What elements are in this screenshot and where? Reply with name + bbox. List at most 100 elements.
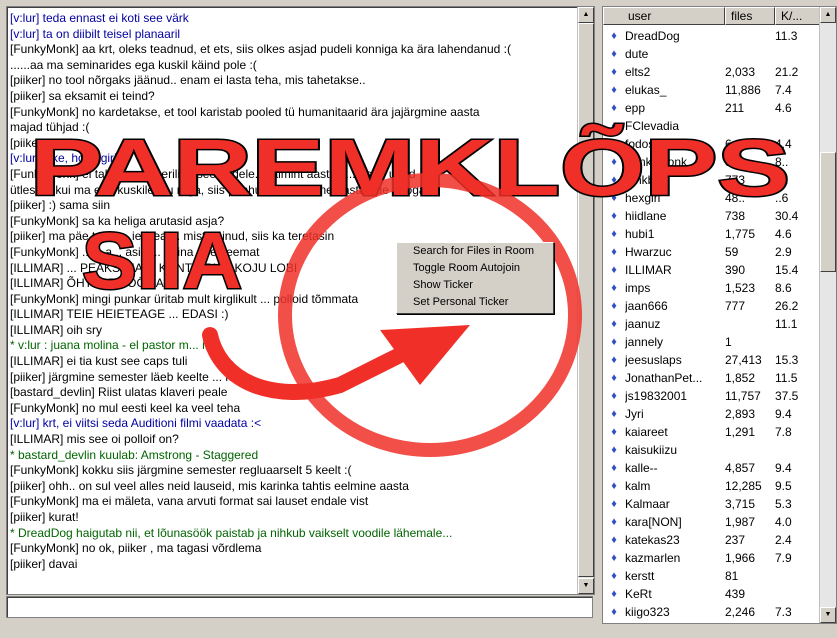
menu-item-toggle-autojoin[interactable]: Toggle Room Autojoin — [397, 260, 553, 277]
user-row[interactable]: ♦ katekas23 237 2.4 — [603, 531, 820, 549]
user-row[interactable]: ♦ dute — [603, 45, 820, 63]
chat-line: ütles, et kui ma end kuskile eiu rega, s… — [10, 182, 426, 197]
user-row[interactable]: ♦ ILLIMAR 390 15.4 — [603, 261, 820, 279]
user-row[interactable]: ♦ kerstt 81 — [603, 567, 820, 585]
user-icon: ♦ — [611, 84, 617, 96]
user-row[interactable]: ♦ kalle-- 4,857 9.4 — [603, 459, 820, 477]
user-row[interactable]: ♦ kazmarlen 1,966 7.9 — [603, 549, 820, 567]
user-row[interactable]: ♦ kiigo323 2,246 7.3 — [603, 603, 820, 621]
user-row[interactable]: ♦ Kalmaar 3,715 5.3 — [603, 495, 820, 513]
user-name: DreadDog — [625, 29, 680, 43]
user-row[interactable]: ♦ FunkyMonk 3,9.. 8.. — [603, 153, 820, 171]
scroll-up-button[interactable]: ▲ — [578, 7, 594, 23]
user-row[interactable]: ♦ funkbo.. 773 7.. — [603, 171, 820, 189]
user-row[interactable]: ♦kjx1,50811.5 — [603, 621, 820, 623]
chat-line: majad tühjad :( — [10, 120, 90, 135]
menu-item-search-files[interactable]: Search for Files in Room — [397, 243, 553, 260]
user-row[interactable]: ♦ hexgirl 48.. ..6 — [603, 189, 820, 207]
user-name: Jyri — [625, 407, 644, 421]
user-icon: ♦ — [611, 426, 617, 438]
user-row[interactable]: ♦ elts2 2,033 21.2 — [603, 63, 820, 81]
user-files: 81 — [725, 569, 739, 583]
user-name: hexgirl — [625, 191, 661, 205]
user-speed: 5.3 — [775, 497, 792, 511]
user-row[interactable]: ♦ jannely 1 — [603, 333, 820, 351]
user-speed: ..6 — [775, 191, 789, 205]
user-row[interactable]: ♦ js19832001 11,757 37.5 — [603, 387, 820, 405]
user-name: epp — [625, 101, 646, 115]
user-files: 11,757 — [725, 389, 761, 403]
user-name: fodose — [625, 137, 662, 151]
user-row[interactable]: ♦ hubi1 1,775 4.6 — [603, 225, 820, 243]
user-speed: 2.9 — [775, 245, 792, 259]
user-files — [725, 27, 775, 45]
user-row[interactable]: ♦ jaanuz 11.1 — [603, 315, 820, 333]
chat-line: [ILLIMAR] mis see oi polloif on? — [10, 432, 179, 447]
user-icon: ♦ — [611, 246, 617, 258]
user-files: 59 — [725, 245, 739, 259]
user-files: 390 — [725, 263, 746, 277]
user-row[interactable]: ♦ Jyri 2,893 9.4 — [603, 405, 820, 423]
user-list-scrollbar[interactable]: ▲ ▼ — [819, 7, 836, 623]
user-row[interactable]: ♦ kara[NON] 1,987 4.0 — [603, 513, 820, 531]
menu-item-show-ticker[interactable]: Show Ticker — [397, 277, 553, 294]
chat-line: [FunkyMonk] sa ka heliga arutasid asja? — [10, 213, 225, 228]
user-icon: ♦ — [611, 138, 617, 150]
user-row[interactable]: ♦ epp 211 4.6 — [603, 99, 820, 117]
user-icon: ♦ — [611, 372, 617, 384]
user-speed: 4.0 — [775, 515, 792, 529]
user-name: jaan666 — [625, 299, 668, 313]
message-input[interactable] — [6, 596, 593, 618]
user-icon: ♦ — [611, 462, 617, 474]
user-speed: 8.. — [775, 155, 789, 169]
column-files[interactable]: files — [725, 7, 775, 25]
user-row[interactable]: ♦ hiidlane 738 30.4 — [603, 207, 820, 225]
scroll-thumb[interactable] — [578, 23, 594, 577]
user-row[interactable]: ♦ imps 1,523 8.6 — [603, 279, 820, 297]
user-files: 12,285 — [725, 479, 762, 493]
user-speed: 11.1 — [775, 317, 798, 331]
user-row[interactable]: ♦ KeRt 439 — [603, 585, 820, 603]
user-speed: 4.6 — [775, 227, 792, 241]
user-row[interactable]: ♦ DreadDog 11.3 — [603, 27, 820, 45]
user-icon: ♦ — [611, 30, 617, 42]
user-row[interactable]: ♦ jaan666 777 26.2 — [603, 297, 820, 315]
user-speed: 26.2 — [775, 299, 799, 313]
user-scroll-down-button[interactable]: ▼ — [820, 607, 836, 623]
chat-line: [v:lur] fitke, hoidagirise — [10, 151, 130, 166]
chat-line: [v:lur] teda ennast ei koti see värk — [10, 11, 189, 25]
chat-line: * bastard_devlin kuulab: Amstrong - Stag… — [10, 447, 259, 462]
user-speed: 4.6 — [775, 101, 792, 115]
user-name: kaiareet — [625, 425, 668, 439]
user-name: dute — [625, 47, 649, 61]
user-list-pane: user files K/... ♦ DreadDog 11.3 ♦ dute ♦ elts… — [602, 6, 837, 624]
user-row[interactable]: ♦ FClevadia — [603, 117, 820, 135]
user-row[interactable]: ♦ Hwarzuc 59 2.9 — [603, 243, 820, 261]
chat-scrollbar[interactable]: ▲ ▼ — [577, 7, 594, 594]
user-row[interactable]: ♦ elukas_ 11,886 7.4 — [603, 81, 820, 99]
user-speed: 7.. — [775, 173, 789, 187]
user-row[interactable]: ♦ jeesuslaps 27,413 15.3 — [603, 351, 820, 369]
user-row[interactable]: ♦ fodose 6,255 4.4 — [603, 135, 820, 153]
user-scroll-up-button[interactable]: ▲ — [820, 7, 836, 23]
user-row[interactable]: ♦ kalm 12,285 9.5 — [603, 477, 820, 495]
scroll-down-button[interactable]: ▼ — [578, 578, 594, 594]
user-row[interactable]: ♦ kaiareet 1,291 7.8 — [603, 423, 820, 441]
user-icon: ♦ — [611, 282, 617, 294]
user-scroll-thumb[interactable] — [820, 152, 836, 272]
user-name: JonathanPet... — [625, 371, 703, 385]
user-speed — [775, 333, 805, 351]
user-row[interactable]: ♦ kaisukiizu — [603, 441, 820, 459]
column-kb[interactable]: K/... — [775, 7, 820, 25]
user-icon: ♦ — [611, 354, 617, 366]
user-speed: 8.6 — [775, 281, 792, 295]
user-name: Kalmaar — [625, 497, 670, 511]
user-row[interactable]: ♦ JonathanPet... 1,852 11.5 — [603, 369, 820, 387]
user-files: 773 — [725, 173, 746, 187]
user-name: funkbo.. — [625, 173, 668, 187]
menu-item-set-ticker[interactable]: Set Personal Ticker — [397, 294, 553, 311]
user-name: kalle-- — [625, 461, 658, 475]
user-files: 237 — [725, 533, 746, 547]
chat-line: [piiker] — [10, 135, 46, 150]
column-user[interactable]: user — [603, 7, 725, 25]
